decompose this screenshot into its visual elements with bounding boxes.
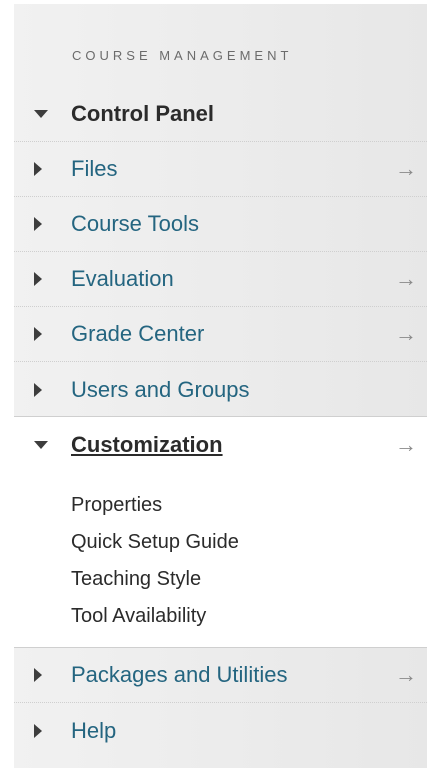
arrow-right-icon[interactable]: → [395,321,417,347]
menu-item-course-tools[interactable]: Course Tools [14,197,427,252]
triangle-right-icon[interactable] [34,382,42,397]
submenu-item-quick-setup-guide[interactable]: Quick Setup Guide [71,524,239,561]
customization-submenu: Properties Quick Setup Guide Teaching St… [71,487,239,635]
section-heading: COURSE MANAGEMENT [72,48,293,63]
triangle-right-icon[interactable] [34,162,42,176]
menu-item-help[interactable]: Help [14,703,427,758]
menu-item-label[interactable]: Help [71,718,116,744]
menu-item-grade-center[interactable]: Grade Center → [14,307,427,362]
menu-item-evaluation[interactable]: Evaluation → [14,252,427,307]
triangle-right-icon[interactable] [34,723,42,738]
triangle-right-icon[interactable] [34,217,42,231]
menu-item-label[interactable]: Course Tools [71,211,199,237]
customization-section: Customization → Properties Quick Setup G… [14,416,427,648]
arrow-right-icon[interactable]: → [395,266,417,292]
menu-item-label[interactable]: Files [71,156,117,182]
menu-item-customization[interactable]: Customization → [14,417,427,472]
submenu-item-teaching-style[interactable]: Teaching Style [71,561,239,598]
arrow-right-icon[interactable]: → [395,662,417,688]
triangle-down-icon[interactable] [34,110,48,118]
submenu-item-properties[interactable]: Properties [71,487,239,524]
triangle-right-icon[interactable] [34,327,42,341]
triangle-down-icon[interactable] [34,440,48,449]
menu-item-label[interactable]: Evaluation [71,266,174,292]
menu-item-label[interactable]: Customization [71,432,223,458]
menu-item-label: Control Panel [71,101,215,126]
submenu-item-tool-availability[interactable]: Tool Availability [71,598,239,635]
arrow-right-icon[interactable]: → [395,156,417,182]
menu-item-users-and-groups[interactable]: Users and Groups [14,362,427,417]
menu-item-label[interactable]: Users and Groups [71,377,250,403]
triangle-right-icon[interactable] [34,668,42,682]
menu-item-label[interactable]: Grade Center [71,321,204,347]
arrow-right-icon[interactable]: → [395,432,417,458]
triangle-right-icon[interactable] [34,272,42,286]
menu-item-files[interactable]: Files → [14,142,427,197]
menu-item-packages-and-utilities[interactable]: Packages and Utilities → [14,648,427,703]
menu-item-control-panel[interactable]: Control Panel [14,87,427,142]
course-management-panel: COURSE MANAGEMENT Control Panel Files → … [14,4,427,768]
menu-item-label[interactable]: Packages and Utilities [71,662,287,688]
